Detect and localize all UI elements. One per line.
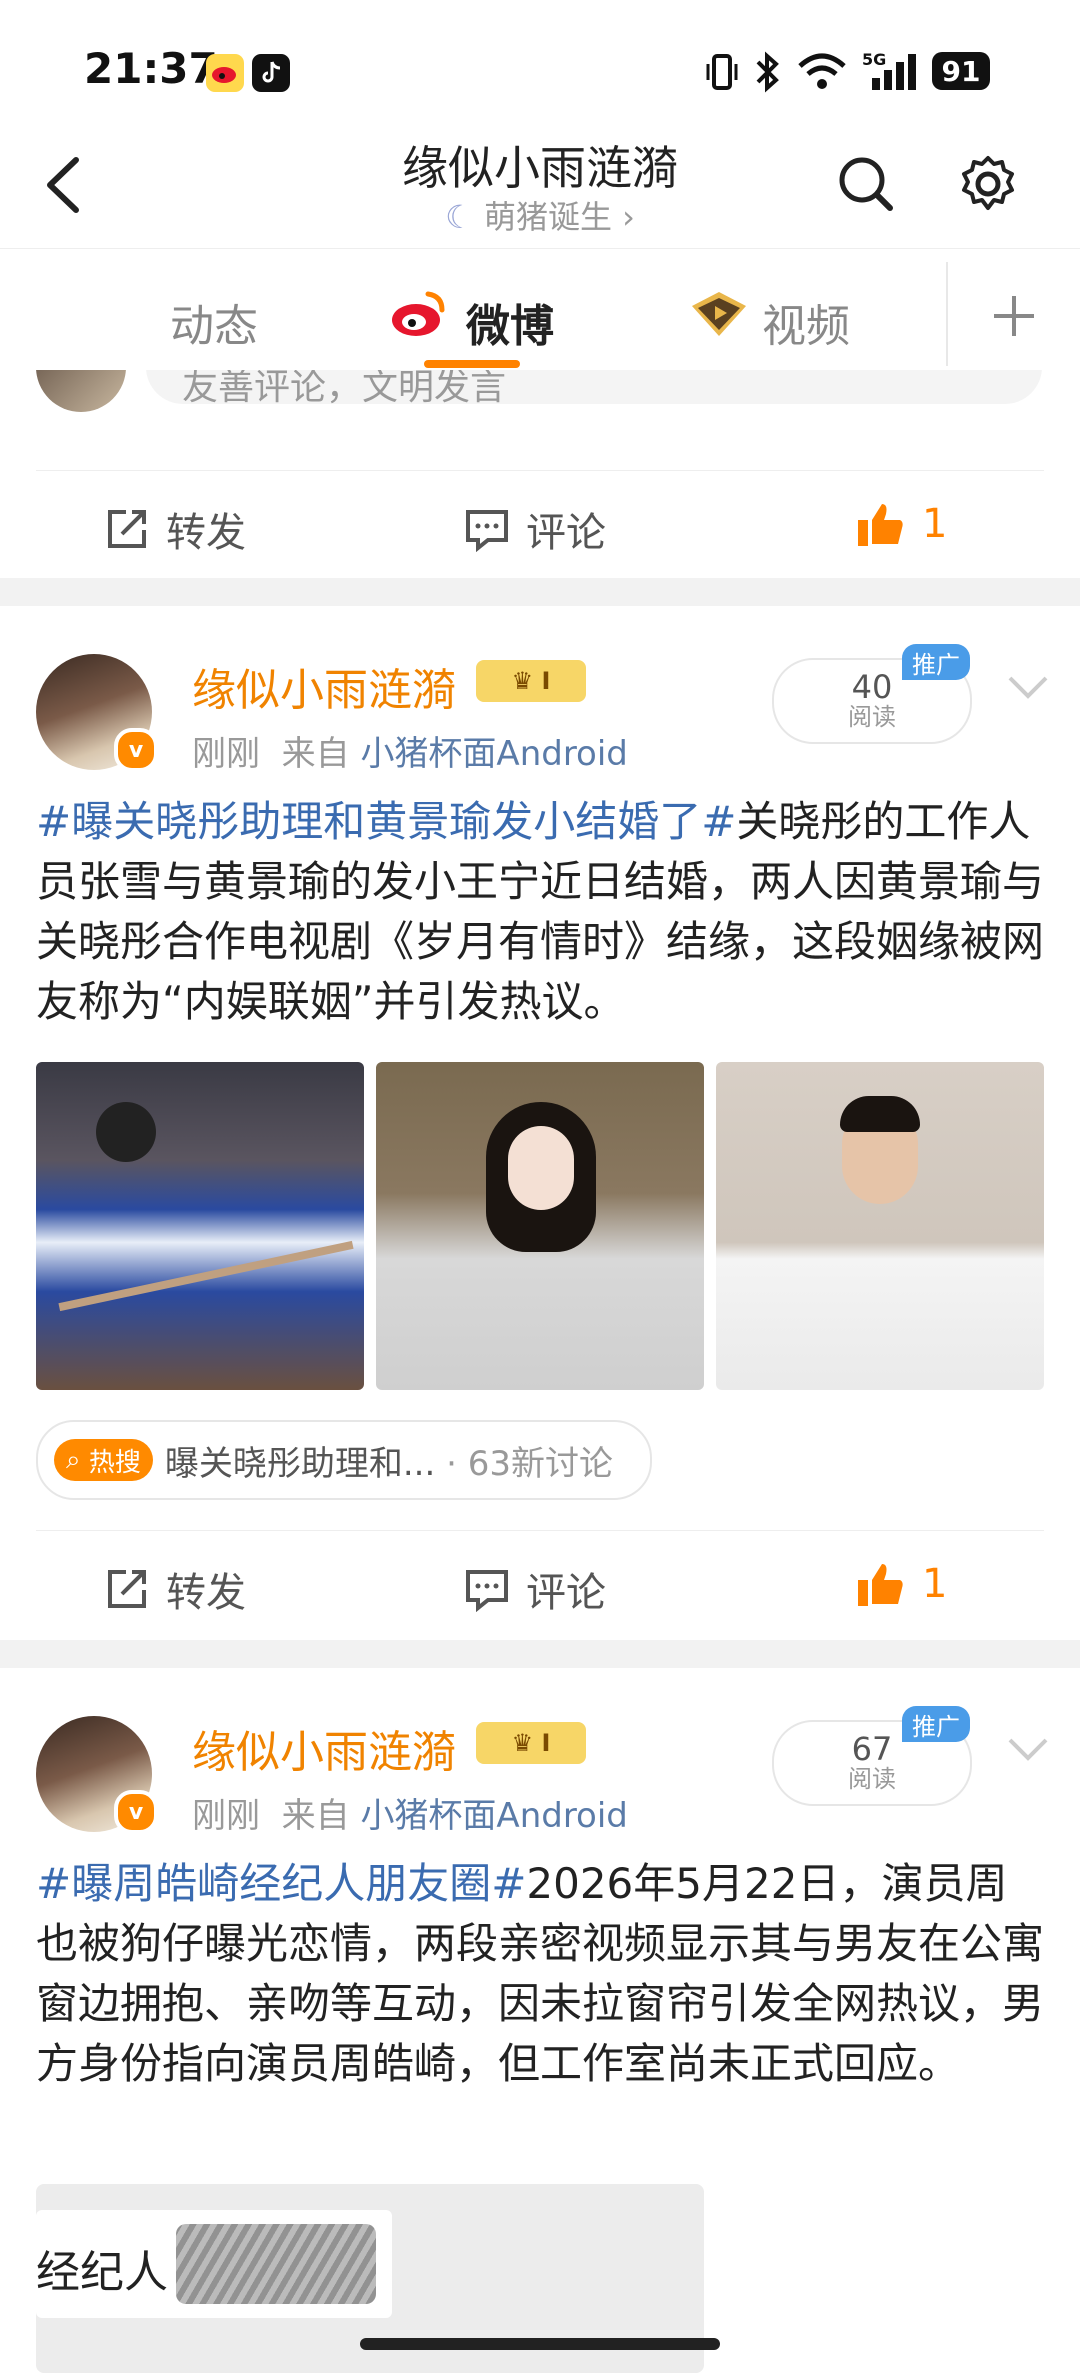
wifi-icon: [798, 53, 846, 89]
read-label: 阅读: [848, 703, 896, 731]
post-image[interactable]: [376, 1062, 704, 1390]
hot-search-badge: ⌕ 热搜: [54, 1439, 153, 1481]
tab-video[interactable]: 视频: [762, 290, 850, 354]
search-icon: ⌕: [66, 1444, 81, 1475]
post-time: 刚刚: [192, 1796, 260, 1836]
chevron-right-icon: ›: [622, 198, 635, 236]
post-image[interactable]: [36, 1062, 364, 1390]
comment-label: 评论: [526, 1570, 606, 1616]
status-bar: 21:37 5G 91: [0, 0, 1080, 130]
image-hair: [840, 1096, 920, 1132]
subtitle-text: 萌猪诞生: [483, 198, 612, 236]
image-person-head: [96, 1102, 156, 1162]
battery-indicator: 91: [932, 52, 990, 90]
repost-label: 转发: [166, 1570, 246, 1616]
video-tab-icon: [692, 292, 746, 336]
image-caption: 经纪人: [36, 2247, 168, 2298]
divider: [36, 470, 1044, 471]
tab-weibo[interactable]: 微博: [466, 290, 554, 354]
rank-badge: ♛ I: [476, 1722, 586, 1764]
post-source[interactable]: 小猪杯面Android: [360, 1796, 627, 1836]
hot-search-pill[interactable]: ⌕ 热搜 曝关晓彤助理和... · 63新讨论: [36, 1420, 652, 1500]
tab-active-indicator: [424, 360, 520, 368]
weibo-app-icon: [206, 54, 244, 92]
post-image[interactable]: [716, 1062, 1044, 1390]
status-time: 21:37: [84, 44, 218, 93]
crown-icon: ♛: [511, 667, 542, 695]
post-card: v 缘似小雨涟漪 ♛ I 刚刚 来自 小猪杯面Android 67 阅读 推广 …: [0, 1668, 1080, 2373]
prev-post-comment-row: 友善评论，文明发言: [0, 370, 1080, 450]
signal-icon: [872, 54, 916, 90]
comment-icon: [466, 1570, 508, 1612]
tab-divider: [946, 262, 948, 366]
promo-badge: 推广: [902, 644, 970, 680]
post-separator: [0, 1640, 1080, 1668]
chevron-down-icon[interactable]: [1006, 672, 1050, 702]
bluetooth-icon: [756, 51, 779, 93]
comment-icon: [466, 510, 508, 552]
repost-icon: [108, 1570, 146, 1608]
tab-dynamic[interactable]: 动态: [170, 290, 258, 354]
scribble-redaction: [176, 2224, 376, 2304]
home-indicator[interactable]: [360, 2338, 720, 2350]
weibo-logo-icon: [392, 291, 445, 336]
image-face: [508, 1126, 574, 1210]
page-subtitle[interactable]: ☾ 萌猪诞生 ›: [0, 192, 1080, 238]
repost-button[interactable]: 转发: [104, 500, 246, 558]
vibrate-icon: [706, 54, 738, 90]
author-name[interactable]: 缘似小雨涟漪: [192, 1716, 456, 1780]
post-body: #曝周皓崎经纪人朋友圈#2026年5月22日，演员周也被狗仔曝光恋情，两段亲密视…: [36, 1854, 1046, 2094]
post-hashtag[interactable]: #曝周皓崎经纪人朋友圈#: [36, 1859, 526, 1908]
settings-gear-icon[interactable]: [956, 152, 1020, 216]
post-separator: [0, 578, 1080, 606]
post-body: #曝关晓彤助理和黄景瑜发小结婚了#关晓彤的工作人员张雪与黄景瑜的发小王宁近日结婚…: [36, 792, 1046, 1032]
divider: [36, 1530, 1044, 1531]
post-time: 刚刚: [192, 734, 260, 774]
image-railing: [58, 1240, 354, 1312]
comment-label: 评论: [526, 510, 606, 556]
from-label: 来自: [281, 1796, 350, 1836]
hot-search-count: · 63新讨论: [446, 1443, 613, 1484]
like-button[interactable]: 1: [856, 500, 947, 548]
rank-text: I: [541, 667, 551, 695]
tiktok-app-icon: [252, 54, 290, 92]
post-meta: 刚刚 来自 小猪杯面Android: [192, 726, 628, 775]
repost-label: 转发: [166, 510, 246, 556]
read-label: 阅读: [848, 1765, 896, 1793]
thumbs-up-icon: [858, 504, 903, 546]
prev-avatar: [36, 370, 126, 412]
from-label: 来自: [281, 734, 350, 774]
page-title: 缘似小雨涟漪: [402, 141, 678, 195]
hot-badge-label: 热搜: [88, 1447, 141, 1478]
crown-icon: ♛: [511, 1729, 542, 1757]
search-icon[interactable]: [834, 152, 898, 216]
chevron-down-icon[interactable]: [1006, 1734, 1050, 1764]
verified-badge: v: [114, 728, 158, 772]
comment-placeholder: 友善评论，文明发言: [182, 370, 507, 408]
add-tab-icon[interactable]: [990, 292, 1038, 340]
comment-input[interactable]: 友善评论，文明发言: [146, 370, 1042, 408]
comment-button[interactable]: 评论: [464, 500, 606, 558]
like-count: 1: [922, 501, 948, 547]
like-count: 1: [922, 1561, 948, 1607]
thumbs-up-icon: [858, 1564, 903, 1606]
post-source[interactable]: 小猪杯面Android: [360, 734, 627, 774]
comment-button[interactable]: 评论: [464, 1560, 606, 1618]
hot-search-text: 曝关晓彤助理和...: [164, 1443, 436, 1484]
author-name[interactable]: 缘似小雨涟漪: [192, 654, 456, 718]
repost-icon: [108, 510, 146, 548]
promo-badge: 推广: [902, 1706, 970, 1742]
rank-text: I: [541, 1729, 551, 1757]
repost-button[interactable]: 转发: [104, 1560, 246, 1618]
rank-badge: ♛ I: [476, 660, 586, 702]
post-hashtag[interactable]: #曝关晓彤助理和黄景瑜发小结婚了#: [36, 797, 736, 846]
verified-badge: v: [114, 1790, 158, 1834]
moon-icon: ☾: [445, 198, 474, 236]
image-text-panel: 经纪人: [36, 2210, 392, 2318]
like-button[interactable]: 1: [856, 1560, 947, 1608]
post-meta: 刚刚 来自 小猪杯面Android: [192, 1788, 628, 1837]
